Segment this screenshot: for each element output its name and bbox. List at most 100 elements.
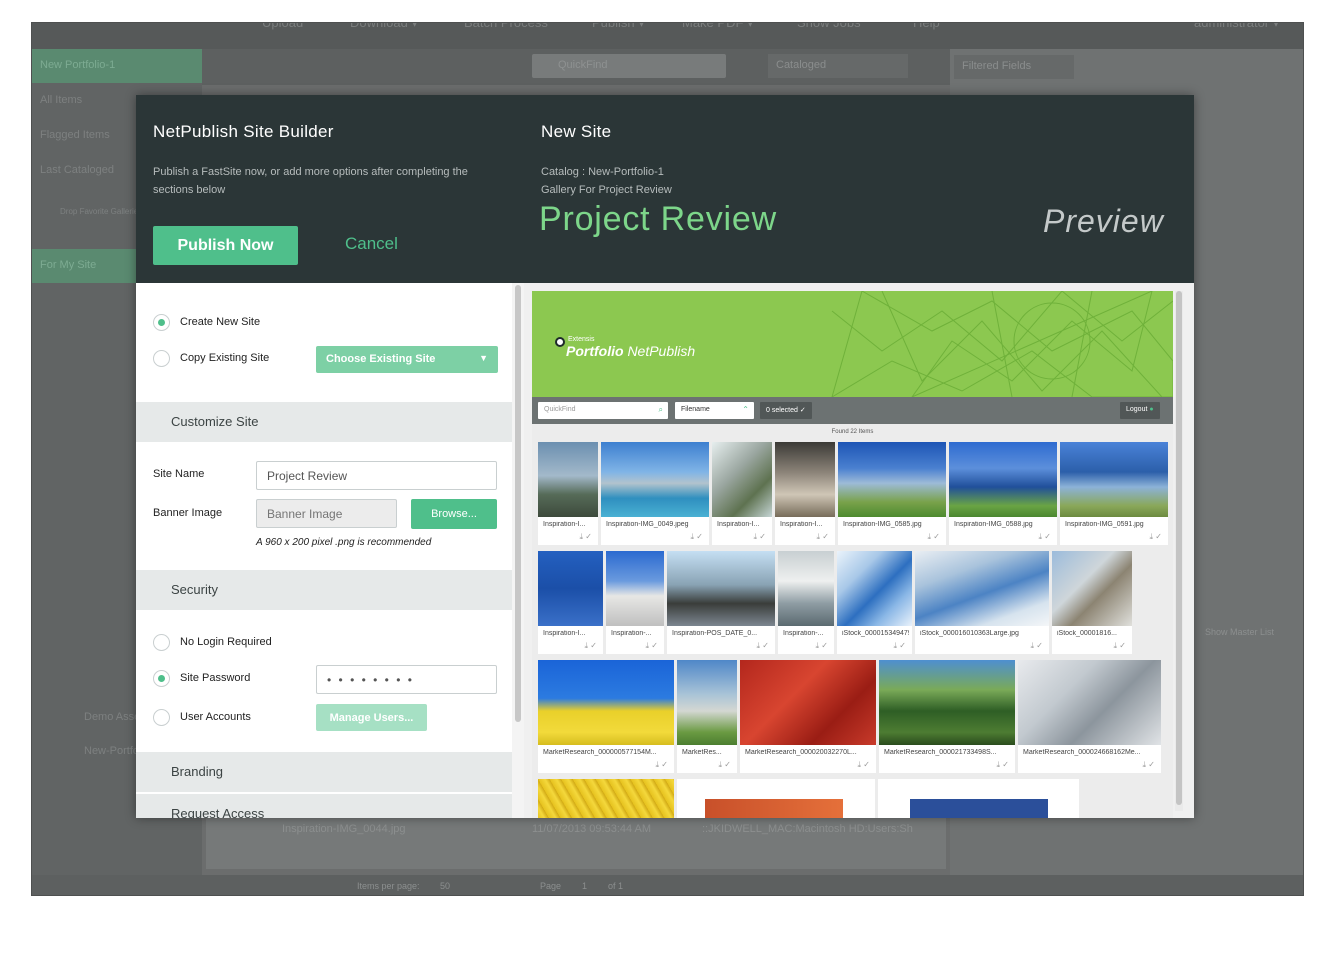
copy-existing-site-option[interactable]: Copy Existing Site [153,349,269,367]
user-menu[interactable]: administrator ▾ [1194,23,1279,31]
preview-tile[interactable]: MarketRes... ⤓ ✓ [677,660,737,773]
download-check-icons[interactable]: ⤓ ✓ [754,532,766,542]
site-password-input[interactable] [316,665,497,694]
preview-tile[interactable]: Inspiration-I... ⤓ ✓ [538,551,603,654]
logout-button[interactable]: Logout ● [1120,402,1160,419]
sidebar-item-new-portfolio[interactable]: New Portfolio-1 [32,49,202,83]
nav-make-pdf[interactable]: Make PDF ▾ [682,23,754,31]
download-check-icons[interactable]: ⤓ ✓ [1150,532,1162,542]
sidebar-item-all-items[interactable]: All Items [40,94,82,106]
tile-thumbnail[interactable] [879,660,1015,745]
section-request-access[interactable]: Request Access [136,794,512,818]
download-check-icons[interactable]: ⤓ ✓ [656,760,668,770]
tile-thumbnail[interactable] [538,442,598,517]
tile-thumbnail[interactable] [949,442,1057,517]
preview-tile[interactable]: iStock_000016010363Large.jpg ⤓ ✓ [915,551,1049,654]
user-accounts-radio[interactable] [153,708,170,726]
preview-tile[interactable]: MarketResearch_000020032270L... ⤓ ✓ [740,660,876,773]
download-check-icons[interactable]: ⤓ ✓ [585,641,597,651]
tile-thumbnail[interactable] [667,551,775,626]
preview-tile[interactable]: Inspiration-POS_DATE_0... ⤓ ✓ [667,551,775,654]
download-check-icons[interactable]: ⤓ ✓ [646,641,658,651]
download-check-icons[interactable]: ⤓ ✓ [816,641,828,651]
tile-thumbnail[interactable] [740,660,876,745]
site-name-input[interactable] [256,461,497,490]
create-new-site-option[interactable]: Create New Site [153,313,260,331]
bg-file-row[interactable]: Inspiration-IMG_0044.jpg 11/07/2013 09:5… [206,813,946,869]
preview-tile[interactable]: Inspiration-IMG_0049.jpeg ⤓ ✓ [601,442,709,545]
tile-thumbnail[interactable] [837,551,912,626]
tile-thumbnail[interactable] [915,551,1049,626]
site-password-option[interactable]: Site Password [153,669,250,687]
selected-count-button[interactable]: 0 selected ✓ [760,402,812,419]
manage-users-button[interactable]: Manage Users... [316,704,427,731]
tile-thumbnail[interactable] [878,779,1079,818]
section-branding[interactable]: Branding [136,752,512,792]
choose-existing-site-select[interactable]: Choose Existing Site ▼ [316,346,498,373]
preview-tile[interactable]: Inspiration-IMG_0585.jpg ⤓ ✓ [838,442,946,545]
bg-catalog-select[interactable]: Cataloged [768,54,908,78]
publish-now-button[interactable]: Publish Now [153,226,298,265]
download-check-icons[interactable]: ⤓ ✓ [719,760,731,770]
preview-tile[interactable]: MarketResearch_000024668162Me... ⤓ ✓ [1018,660,1161,773]
download-check-icons[interactable]: ⤓ ✓ [1039,532,1051,542]
preview-tile[interactable]: Inspiration-I... ⤓ ✓ [712,442,772,545]
section-customize-site[interactable]: Customize Site [136,402,512,442]
tile-thumbnail[interactable] [606,551,664,626]
download-check-icons[interactable]: ⤓ ✓ [817,532,829,542]
preview-tile[interactable]: Inspiration-I... ⤓ ✓ [775,442,835,545]
cancel-button[interactable]: Cancel [345,234,398,254]
download-check-icons[interactable]: ⤓ ✓ [580,532,592,542]
preview-tile[interactable] [538,779,674,818]
tile-thumbnail[interactable] [677,779,875,818]
preview-tile[interactable]: iStock_00001816... ⤓ ✓ [1052,551,1132,654]
download-check-icons[interactable]: ⤓ ✓ [858,760,870,770]
download-check-icons[interactable]: ⤓ ✓ [691,532,703,542]
section-security[interactable]: Security [136,570,512,610]
sidebar-item-flagged[interactable]: Flagged Items [40,129,110,141]
no-login-option[interactable]: No Login Required [153,633,272,651]
nav-help[interactable]: Help [913,23,940,30]
browse-button[interactable]: Browse... [411,499,497,529]
preview-tile[interactable]: Inspiration-I... ⤓ ✓ [538,442,598,545]
preview-scrollbar[interactable] [1175,291,1183,811]
download-check-icons[interactable]: ⤓ ✓ [1143,760,1155,770]
no-login-radio[interactable] [153,633,170,651]
preview-search-input[interactable]: QuickFind ⌕ [538,402,668,419]
tile-thumbnail[interactable] [538,779,674,818]
preview-tile[interactable]: MarketResearch_000000577154M... ⤓ ✓ [538,660,674,773]
copy-existing-site-radio[interactable] [153,349,170,367]
download-check-icons[interactable]: ⤓ ✓ [894,641,906,651]
bg-search-input[interactable]: QuickFind [532,54,726,78]
tile-thumbnail[interactable] [538,660,674,745]
tile-thumbnail[interactable] [601,442,709,517]
download-check-icons[interactable]: ⤓ ✓ [928,532,940,542]
sidebar-item-last-cataloged[interactable]: Last Cataloged [40,164,114,176]
preview-tile[interactable]: Inspiration-IMG_0591.jpg ⤓ ✓ [1060,442,1168,545]
nav-upload[interactable]: Upload [262,23,303,30]
nav-show-jobs[interactable]: Show Jobs [797,23,861,30]
banner-image-input[interactable] [256,499,397,528]
preview-tile[interactable]: Inspiration-... ⤓ ✓ [778,551,834,654]
bg-filtered-fields[interactable]: Filtered Fields [954,55,1074,79]
nav-download[interactable]: Download ▾ [350,23,418,31]
preview-tile[interactable] [878,779,1079,818]
preview-tile[interactable] [677,779,875,818]
nav-publish[interactable]: Publish ▾ [592,23,645,31]
preview-tile[interactable]: Inspiration-... ⤓ ✓ [606,551,664,654]
tile-thumbnail[interactable] [677,660,737,745]
tile-thumbnail[interactable] [1018,660,1161,745]
download-check-icons[interactable]: ⤓ ✓ [1031,641,1043,651]
tile-thumbnail[interactable] [538,551,603,626]
create-new-site-radio[interactable] [153,313,170,331]
preview-sort-select[interactable]: Filename ⌃ [675,402,754,419]
tile-thumbnail[interactable] [775,442,835,517]
site-password-radio[interactable] [153,669,170,687]
tile-thumbnail[interactable] [1060,442,1168,517]
bg-show-master-list[interactable]: Show Master List [1205,627,1274,637]
preview-tile[interactable]: Inspiration-IMG_0588.jpg ⤓ ✓ [949,442,1057,545]
tile-thumbnail[interactable] [838,442,946,517]
tile-thumbnail[interactable] [1052,551,1132,626]
tile-thumbnail[interactable] [712,442,772,517]
download-check-icons[interactable]: ⤓ ✓ [997,760,1009,770]
